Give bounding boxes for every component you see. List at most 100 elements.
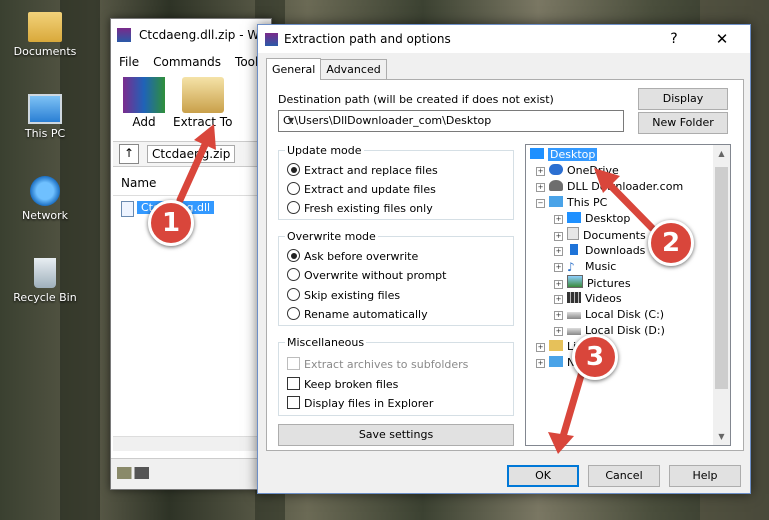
expand-icon[interactable]: + [554, 232, 563, 241]
winrar-path-bar: ↑ Ctcdaeng.zip [113, 141, 271, 167]
scroll-down-icon[interactable]: ▼ [713, 432, 730, 441]
winrar-title: Ctcdaeng.dll.zip - W [139, 28, 260, 42]
scroll-thumb[interactable] [715, 167, 728, 389]
desktop-icon-label: This PC [24, 127, 66, 140]
expand-icon[interactable]: + [554, 295, 563, 304]
help-icon[interactable]: ? [662, 25, 686, 53]
option-label: Extract and replace files [304, 164, 438, 177]
overwrite-mode-group: Overwrite mode Ask before overwrite Over… [278, 230, 514, 326]
tree-node-videos[interactable]: + Videos [554, 291, 622, 306]
option-label: Keep broken files [304, 378, 399, 391]
music-note-icon: ♪ [567, 260, 575, 274]
expand-icon[interactable]: + [536, 343, 545, 352]
close-icon[interactable]: ✕ [710, 25, 734, 53]
tree-node-label: Videos [585, 292, 622, 305]
extract-to-button[interactable]: Extract To [173, 77, 232, 129]
option-label: Ask before overwrite [304, 250, 419, 263]
radio-extract-replace[interactable]: Extract and replace files [287, 163, 438, 177]
tree-node-onedrive[interactable]: + OneDrive [536, 163, 619, 178]
radio-icon [287, 307, 300, 320]
radio-extract-update[interactable]: Extract and update files [287, 182, 436, 196]
expand-icon[interactable]: + [536, 183, 545, 192]
radio-icon [287, 249, 300, 262]
desktop-icon-this-pc[interactable]: This PC [8, 94, 82, 140]
cancel-button[interactable]: Cancel [588, 465, 660, 487]
expand-icon[interactable]: + [554, 247, 563, 256]
display-button[interactable]: Display [638, 88, 728, 110]
checkbox-keep-broken[interactable]: Keep broken files [287, 377, 398, 391]
folder-tree[interactable]: Desktop + OneDrive + DLL Downloader.com − T… [525, 144, 731, 446]
tree-node-pictures[interactable]: + Pictures [554, 275, 631, 290]
tree-node-local-disk-c[interactable]: + Local Disk (C:) [554, 307, 664, 322]
network-icon [30, 176, 60, 206]
expand-icon[interactable]: + [554, 263, 563, 272]
winrar-window: Ctcdaeng.dll.zip - W File Commands Tools… [110, 18, 272, 490]
dll-file-icon [121, 201, 134, 217]
chevron-down-icon[interactable]: ▼ [283, 111, 299, 131]
folder-icon [28, 12, 62, 42]
tree-node-documents[interactable]: + Documents [554, 227, 646, 242]
checkbox-display-in-explorer[interactable]: Display files in Explorer [287, 396, 433, 410]
tab-advanced[interactable]: Advanced [320, 59, 387, 79]
collapse-icon[interactable]: − [536, 199, 545, 208]
new-folder-button[interactable]: New Folder [638, 112, 728, 134]
menu-file[interactable]: File [119, 55, 139, 69]
tree-node-desktop[interactable]: Desktop [530, 147, 598, 162]
help-button[interactable]: Help [669, 465, 741, 487]
computer-icon [28, 94, 62, 124]
expand-icon[interactable]: + [554, 280, 563, 289]
option-label: Extract and update files [304, 183, 436, 196]
radio-overwrite-without-prompt[interactable]: Overwrite without prompt [287, 268, 446, 282]
tab-general[interactable]: General [266, 58, 322, 80]
file-row[interactable]: Ctcdaeng.dll [121, 199, 271, 217]
tree-node-libraries[interactable]: + Li [536, 339, 576, 354]
archive-path[interactable]: Ctcdaeng.zip [147, 145, 236, 163]
desktop-icon-recycle-bin[interactable]: Recycle Bin [8, 258, 82, 304]
tree-node-downloads[interactable]: + Downloads [554, 243, 645, 258]
checkbox-extract-subfolders: Extract archives to subfolders [287, 357, 468, 371]
tree-node-this-pc[interactable]: − This PC [536, 195, 607, 210]
menu-commands[interactable]: Commands [153, 55, 221, 69]
add-button[interactable]: Add [123, 77, 165, 129]
radio-ask-before[interactable]: Ask before overwrite [287, 249, 418, 263]
expand-icon[interactable]: + [536, 359, 545, 368]
tree-node-label: Pictures [587, 277, 631, 290]
scroll-up-icon[interactable]: ▲ [713, 149, 730, 158]
desktop-icon-documents[interactable]: Documents [8, 12, 82, 58]
tree-node-dll-downloader[interactable]: + DLL Downloader.com [536, 179, 683, 194]
drive-icon [567, 328, 581, 335]
tree-node-network[interactable]: + N [536, 355, 575, 370]
radio-rename-automatically[interactable]: Rename automatically [287, 307, 428, 321]
column-header-name[interactable]: Name [113, 171, 271, 196]
tree-node-music[interactable]: + ♪ Music [554, 259, 616, 274]
ok-button[interactable]: OK [507, 465, 579, 487]
annotation-badge-1: 1 [148, 200, 194, 246]
dialog-title: Extraction path and options [284, 32, 451, 46]
radio-skip-existing[interactable]: Skip existing files [287, 288, 400, 302]
expand-icon[interactable]: + [554, 327, 563, 336]
miscellaneous-title: Miscellaneous [285, 336, 367, 349]
tree-node-label: Music [585, 260, 617, 273]
annotation-badge-2: 2 [648, 220, 694, 266]
desktop-icon-network[interactable]: Network [8, 176, 82, 222]
expand-icon[interactable]: + [536, 167, 545, 176]
save-settings-button[interactable]: Save settings [278, 424, 514, 446]
cloud-icon [549, 164, 563, 175]
radio-icon [287, 182, 300, 195]
extract-to-icon [181, 77, 224, 113]
tree-node-local-disk-d[interactable]: + Local Disk (D:) [554, 323, 665, 338]
tree-node-label: Desktop [585, 212, 631, 225]
tree-node-this-pc-desktop[interactable]: + Desktop [554, 211, 630, 226]
radio-fresh-existing[interactable]: Fresh existing files only [287, 201, 433, 215]
expand-icon[interactable]: + [554, 215, 563, 224]
destination-path-combobox[interactable]: C:\Users\DllDownloader_com\Desktop ▼ [278, 110, 624, 132]
dialog-title-bar[interactable]: Extraction path and options ? ✕ [258, 25, 750, 53]
up-folder-icon[interactable]: ↑ [119, 144, 139, 164]
horizontal-scrollbar[interactable] [113, 436, 271, 451]
winrar-title-bar[interactable]: Ctcdaeng.dll.zip - W [111, 19, 271, 51]
winrar-app-icon [265, 33, 278, 46]
overwrite-mode-title: Overwrite mode [285, 230, 378, 243]
tree-node-label: OneDrive [567, 164, 619, 177]
tree-vertical-scrollbar[interactable]: ▲ ▼ [713, 145, 730, 445]
expand-icon[interactable]: + [554, 311, 563, 320]
